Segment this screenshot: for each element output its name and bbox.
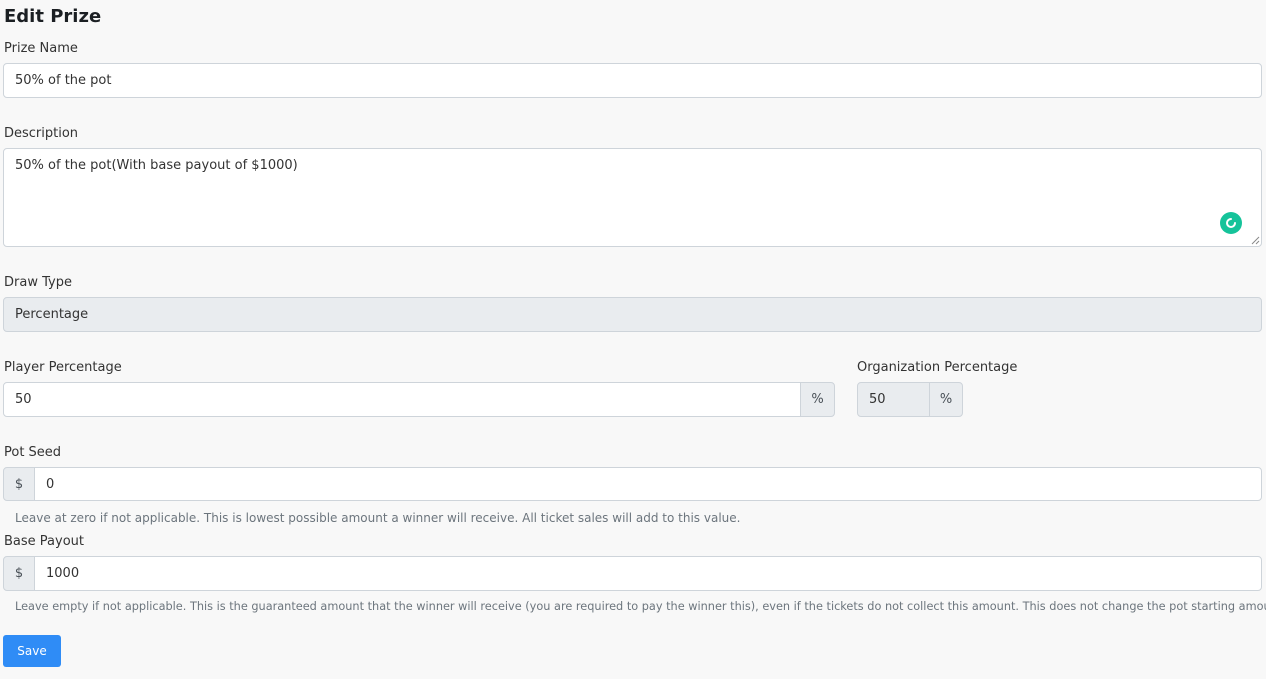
draw-type-value: Percentage bbox=[15, 307, 89, 322]
prize-name-label: Prize Name bbox=[4, 41, 78, 56]
base-payout-value: 1000 bbox=[46, 566, 80, 581]
save-button[interactable]: Save bbox=[3, 635, 61, 667]
draw-type-label: Draw Type bbox=[4, 275, 72, 290]
base-payout-input[interactable]: 1000 bbox=[34, 556, 1262, 591]
base-payout-prefix: $ bbox=[3, 556, 35, 591]
edit-prize-form: Edit Prize Prize Name 50% of the pot Des… bbox=[0, 0, 1266, 679]
pot-seed-prefix: $ bbox=[3, 467, 35, 501]
player-percentage-label: Player Percentage bbox=[4, 360, 122, 375]
organization-percentage-suffix: % bbox=[929, 382, 963, 417]
player-percentage-value: 50 bbox=[15, 392, 32, 407]
base-payout-help: Leave empty if not applicable. This is t… bbox=[15, 600, 1266, 613]
description-label: Description bbox=[4, 126, 79, 141]
pot-seed-value: 0 bbox=[46, 476, 55, 492]
pot-seed-help: Leave at zero if not applicable. This is… bbox=[15, 511, 741, 525]
pot-seed-input[interactable]: 0 bbox=[34, 467, 1262, 501]
draw-type-field: Percentage bbox=[3, 297, 1262, 332]
player-percentage-suffix: % bbox=[800, 382, 835, 417]
base-payout-label: Base Payout bbox=[4, 534, 84, 549]
description-textarea[interactable]: 50% of the pot(With base payout of $1000… bbox=[3, 148, 1262, 247]
grammarly-icon[interactable] bbox=[1220, 212, 1242, 234]
pot-seed-label: Pot Seed bbox=[4, 445, 62, 460]
prize-name-input[interactable]: 50% of the pot bbox=[3, 63, 1262, 98]
player-percentage-input[interactable]: 50 bbox=[3, 382, 801, 417]
prize-name-value: 50% of the pot bbox=[15, 73, 112, 88]
resize-handle-icon[interactable] bbox=[1250, 235, 1260, 245]
description-value: 50% of the pot(With base payout of $1000… bbox=[15, 158, 298, 173]
organization-percentage-label: Organization Percentage bbox=[857, 360, 1018, 375]
organization-percentage-value: 50 bbox=[869, 392, 886, 407]
page-title: Edit Prize bbox=[4, 6, 102, 27]
organization-percentage-field: 50 bbox=[857, 382, 930, 417]
